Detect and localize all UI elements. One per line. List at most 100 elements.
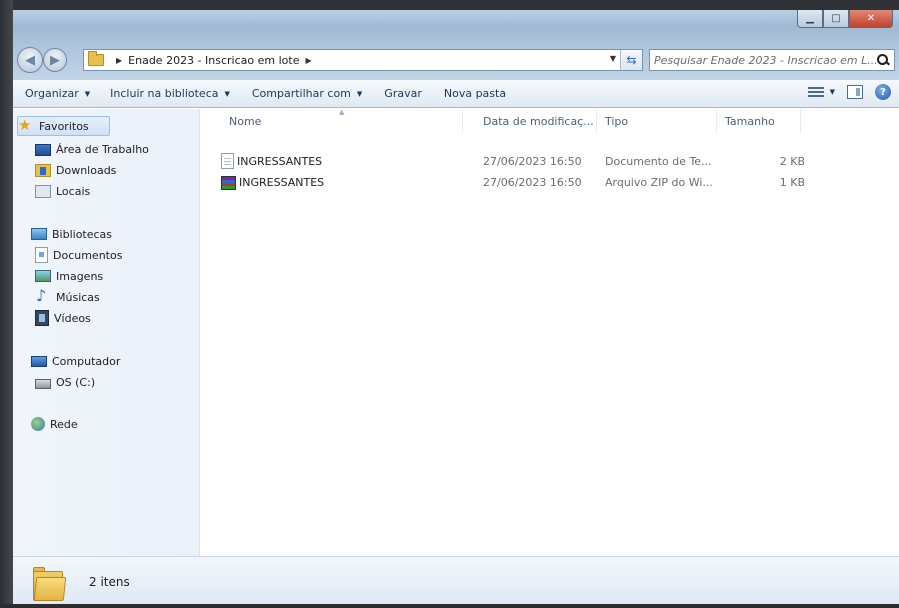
new-folder-label: Nova pasta [443, 87, 507, 100]
network-icon [31, 417, 45, 431]
downloads-icon [35, 163, 51, 177]
include-in-library-button[interactable]: Incluir na biblioteca ▼ [102, 83, 238, 105]
column-header-date[interactable]: Data de modificaç... [477, 109, 597, 133]
column-header-name[interactable]: Nome ▲ [201, 109, 463, 133]
organize-label: Organizar [25, 87, 79, 100]
column-header-type[interactable]: Tipo [599, 109, 717, 133]
chevron-down-icon: ▼ [84, 89, 91, 98]
help-icon[interactable]: ? [875, 84, 891, 100]
forward-button[interactable]: ▶ [43, 48, 67, 72]
minimize-button[interactable]: ▁ [797, 10, 823, 28]
sidebar-item-label: OS (C:) [56, 375, 96, 389]
title-bar[interactable]: ▁ □ ✕ [13, 10, 899, 40]
breadcrumb-current-folder[interactable]: Enade 2023 - Inscricao em lote [128, 54, 299, 67]
sidebar-item-drive-c[interactable]: OS (C:) [35, 372, 95, 392]
organize-button[interactable]: Organizar ▼ [17, 83, 98, 105]
chevron-down-icon: ▼ [829, 88, 835, 96]
file-type: Arquivo ZIP do Wi... [605, 175, 713, 189]
sidebar-item-recent-places[interactable]: Locais [35, 181, 90, 201]
sidebar-item-videos[interactable]: Vídeos [35, 308, 91, 328]
include-library-label: Incluir na biblioteca [110, 87, 219, 100]
sidebar-item-music[interactable]: Músicas [35, 286, 100, 307]
maximize-button[interactable]: □ [823, 10, 849, 28]
command-bar: Organizar ▼ Incluir na biblioteca ▼ Compar… [13, 80, 899, 108]
back-button[interactable]: ◀ [17, 47, 43, 73]
file-name: INGRESSANTES [237, 154, 323, 168]
computer-icon [31, 355, 47, 367]
file-type: Documento de Te... [605, 154, 712, 168]
sidebar-item-favorites[interactable]: Favoritos [17, 116, 110, 136]
sidebar-item-label: Músicas [56, 290, 100, 304]
burn-button[interactable]: Gravar [376, 83, 430, 105]
column-header-label: Tipo [605, 114, 629, 128]
details-pane: 2 itens [13, 556, 899, 604]
text-file-icon [221, 153, 234, 169]
sort-ascending-icon: ▲ [339, 109, 345, 116]
desktop-background-left [0, 0, 13, 608]
burn-label: Gravar [384, 87, 422, 100]
file-name-cell[interactable]: INGRESSANTES [221, 172, 471, 192]
documents-icon [35, 247, 48, 263]
share-with-button[interactable]: Compartilhar com ▼ [244, 83, 370, 105]
file-name: INGRESSANTES [239, 175, 325, 189]
change-view-button[interactable]: ▼ [807, 85, 835, 99]
table-row[interactable]: INGRESSANTES 27/06/2023 16:50 Arquivo ZI… [201, 172, 899, 192]
sidebar-item-label: Rede [50, 417, 78, 431]
recent-places-icon [35, 184, 51, 198]
file-date: 27/06/2023 16:50 [483, 175, 582, 189]
breadcrumb-chevron-icon[interactable]: ▶ [305, 56, 311, 65]
desktop-background-bottom [0, 604, 899, 608]
desktop-icon [35, 144, 51, 156]
search-box[interactable]: Pesquisar Enade 2023 - Inscricao em L... [649, 49, 895, 71]
navigation-bar: ◀ ▶ ▶ Enade 2023 - Inscricao em lote ▶ ▼… [13, 40, 899, 80]
item-count: 2 itens [89, 575, 130, 589]
preview-pane-icon[interactable] [847, 85, 863, 99]
column-header-label: Nome [229, 114, 262, 128]
winrar-archive-icon [221, 175, 236, 190]
folder-icon [88, 51, 104, 66]
sidebar-item-label: Favoritos [39, 119, 89, 133]
sidebar-item-network[interactable]: Rede [31, 414, 78, 434]
chevron-down-icon: ▼ [356, 89, 363, 98]
sidebar-item-computer[interactable]: Computador [31, 351, 120, 371]
file-list[interactable]: Nome ▲ Data de modificaç... Tipo Tamanho… [201, 109, 899, 556]
file-date: 27/06/2023 16:50 [483, 154, 582, 168]
sidebar-item-label: Imagens [56, 269, 104, 283]
file-size: 2 KB [779, 154, 805, 168]
sidebar-item-label: Downloads [56, 163, 117, 177]
sidebar-item-pictures[interactable]: Imagens [35, 266, 103, 286]
desktop-background-top [0, 0, 899, 10]
sidebar-item-label: Documentos [53, 248, 123, 262]
file-name-cell[interactable]: INGRESSANTES [221, 151, 471, 171]
view-options-icon [807, 85, 824, 99]
address-bar[interactable]: ▶ Enade 2023 - Inscricao em lote ▶ ▼ ⇆ [83, 49, 643, 71]
drive-icon [35, 379, 51, 389]
libraries-icon [31, 228, 47, 240]
folder-icon [33, 567, 67, 601]
column-header-size[interactable]: Tamanho [719, 109, 801, 133]
search-input[interactable]: Pesquisar Enade 2023 - Inscricao em L... [654, 54, 876, 67]
column-header-label: Data de modificaç... [483, 114, 594, 128]
caption-buttons: ▁ □ ✕ [797, 10, 893, 28]
chevron-down-icon: ▼ [224, 89, 230, 98]
sidebar-item-documents[interactable]: Documentos [35, 245, 122, 265]
explorer-window: ▁ □ ✕ ◀ ▶ ▶ Enade 2023 - Inscricao em lo… [13, 10, 899, 604]
navigation-pane: Favoritos Área de Trabalho Downloads Loc… [13, 109, 200, 556]
sidebar-item-label: Computador [52, 354, 121, 368]
videos-icon [35, 310, 49, 326]
music-icon [35, 286, 51, 305]
sidebar-item-desktop[interactable]: Área de Trabalho [35, 139, 149, 159]
pictures-icon [35, 270, 51, 282]
address-history-dropdown-icon[interactable]: ▼ [610, 54, 616, 63]
file-size: 1 KB [779, 175, 805, 189]
new-folder-button[interactable]: Nova pasta [436, 83, 514, 105]
sidebar-item-label: Bibliotecas [52, 227, 113, 241]
table-row[interactable]: INGRESSANTES 27/06/2023 16:50 Documento … [201, 151, 899, 171]
refresh-button[interactable]: ⇆ [620, 50, 642, 70]
breadcrumb-chevron-icon[interactable]: ▶ [116, 56, 122, 65]
sidebar-item-downloads[interactable]: Downloads [35, 160, 116, 180]
search-icon[interactable] [876, 53, 890, 67]
sidebar-item-libraries[interactable]: Bibliotecas [31, 224, 112, 244]
close-button[interactable]: ✕ [849, 10, 893, 28]
refresh-icon: ⇆ [626, 53, 637, 67]
